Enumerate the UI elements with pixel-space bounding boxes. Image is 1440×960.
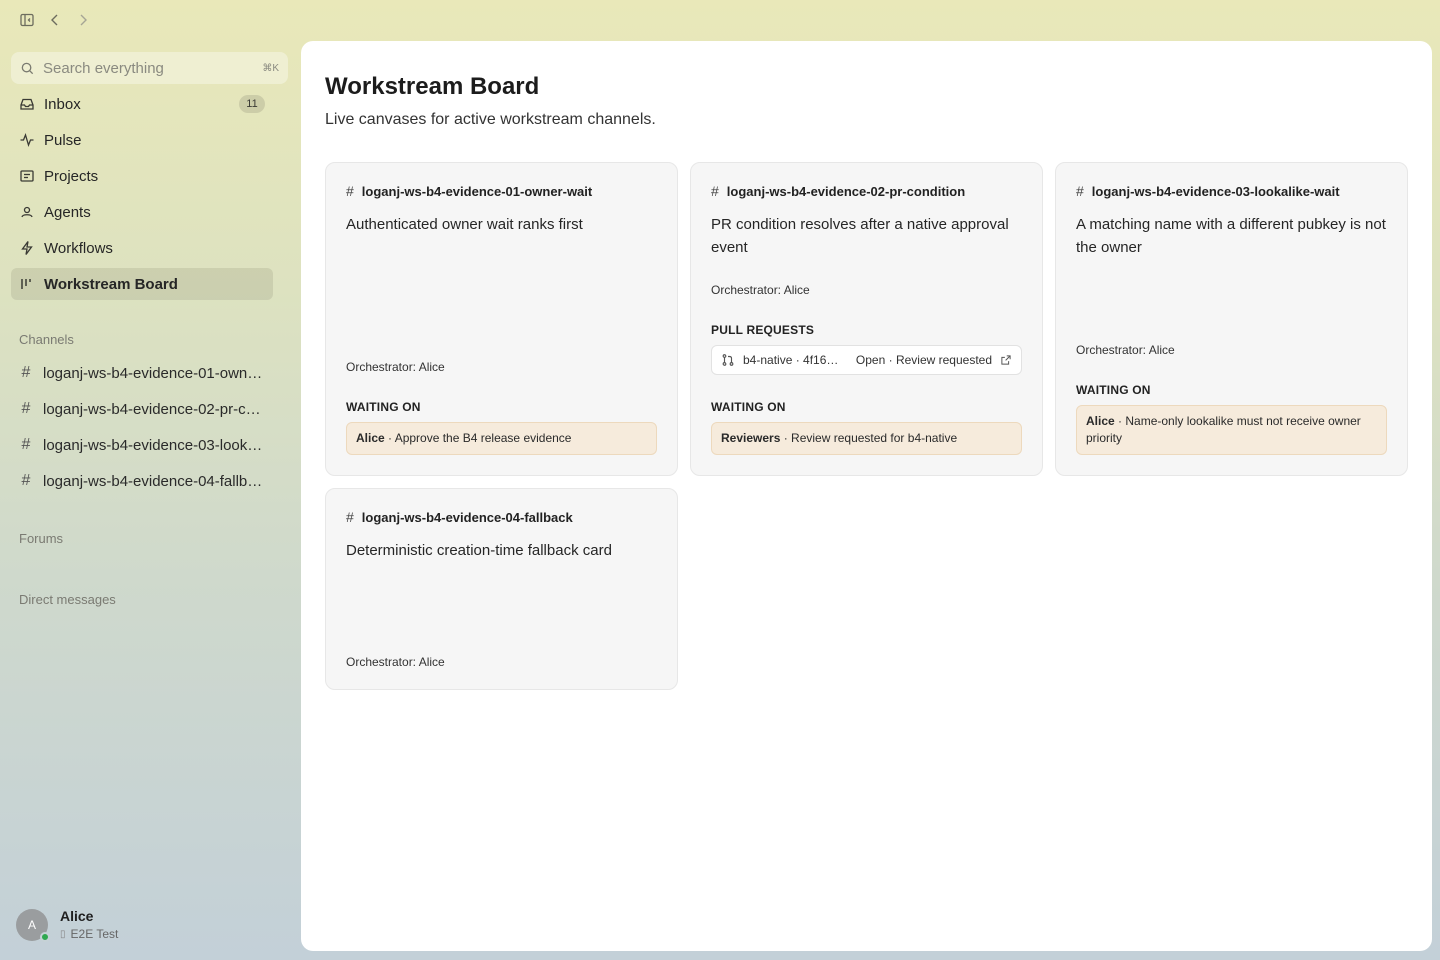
- waiting-on-label: WAITING ON: [346, 400, 421, 414]
- nav-label: Agents: [44, 203, 91, 221]
- waiting-on-label: WAITING ON: [1076, 383, 1151, 397]
- channel-name: loganj-ws-b4-evidence-03-lookalike-wait: [43, 436, 265, 454]
- hash-icon: #: [1076, 183, 1084, 199]
- online-status-dot: [40, 931, 50, 942]
- forward-icon[interactable]: [74, 11, 92, 29]
- main-panel: Workstream Board Live canvases for activ…: [301, 41, 1432, 951]
- user-name: Alice: [60, 908, 94, 924]
- card-channel-name: loganj-ws-b4-evidence-03-lookalike-wait: [1091, 183, 1340, 199]
- sidebar-toggle-icon[interactable]: [18, 11, 36, 29]
- workstream-grid: # loganj-ws-b4-evidence-01-owner-wait Au…: [325, 162, 1408, 690]
- card-title: Authenticated owner wait ranks first: [346, 216, 583, 233]
- nav-label: Workstream Board: [44, 275, 178, 293]
- hash-icon: #: [346, 183, 354, 199]
- window-toolbar: [0, 0, 300, 40]
- card-title: PR condition resolves after a native app…: [711, 216, 1009, 256]
- channels-heading: Channels: [19, 332, 74, 347]
- card-orchestrator: Orchestrator: Alice: [346, 360, 445, 374]
- card-orchestrator: Orchestrator: Alice: [1076, 343, 1175, 357]
- page-subtitle: Live canvases for active workstream chan…: [325, 111, 656, 128]
- channel-item[interactable]: # loganj-ws-b4-evidence-01-owner-wait: [11, 357, 273, 389]
- forums-heading: Forums: [19, 531, 64, 546]
- search-icon: [21, 62, 34, 74]
- back-icon[interactable]: [46, 11, 64, 29]
- pull-request-ref: b4-native · 4f168ef...: [743, 353, 844, 367]
- workstream-card[interactable]: # loganj-ws-b4-evidence-02-pr-condition …: [690, 162, 1043, 476]
- workstream-card[interactable]: # loganj-ws-b4-evidence-03-lookalike-wai…: [1055, 162, 1408, 476]
- lightning-icon: [21, 241, 33, 255]
- card-channel-name: loganj-ws-b4-evidence-02-pr-condition: [726, 183, 966, 199]
- waiting-on-text: · Approve the B4 release evidence: [384, 431, 572, 445]
- hash-icon: #: [346, 509, 354, 525]
- card-title: Deterministic creation-time fallback car…: [346, 542, 612, 559]
- waiting-on-who: Alice: [356, 431, 385, 445]
- nav-item-workstream-board[interactable]: Workstream Board: [11, 268, 273, 300]
- nav-label: Pulse: [44, 131, 82, 149]
- inbox-count-badge: 11: [239, 95, 265, 113]
- waiting-on-text: · Review requested for b4-native: [780, 431, 958, 445]
- waiting-on-item: Alice · Approve the B4 release evidence: [346, 422, 657, 455]
- card-channel-name: loganj-ws-b4-evidence-01-owner-wait: [361, 183, 593, 199]
- card-orchestrator: Orchestrator: Alice: [711, 283, 810, 297]
- user-status-text: E2E Test: [70, 927, 119, 941]
- git-pull-request-icon: [722, 354, 734, 366]
- card-title: A matching name with a different pubkey …: [1076, 216, 1386, 256]
- waiting-on-item: Reviewers · Review requested for b4-nati…: [711, 422, 1022, 455]
- channel-item[interactable]: # loganj-ws-b4-evidence-04-fallback: [11, 465, 273, 497]
- page-title: Workstream Board: [325, 73, 540, 100]
- card-channel-name: loganj-ws-b4-evidence-04-fallback: [361, 509, 573, 525]
- channel-name: loganj-ws-b4-evidence-01-owner-wait: [43, 364, 265, 382]
- board-icon: [21, 279, 31, 289]
- card-channel: # loganj-ws-b4-evidence-02-pr-condition: [711, 183, 1022, 199]
- agents-icon: [21, 206, 33, 218]
- waiting-on-who: Reviewers: [721, 431, 781, 445]
- channel-name: loganj-ws-b4-evidence-02-pr-condition: [43, 400, 265, 418]
- search-input[interactable]: [43, 59, 255, 77]
- hash-icon: #: [21, 436, 31, 453]
- pull-request-state: Open · Review requested: [855, 353, 992, 367]
- sidebar: ⌘K Inbox 11 Pulse Projects Agents Workfl…: [11, 52, 288, 960]
- workstream-card[interactable]: # loganj-ws-b4-evidence-04-fallback Dete…: [325, 488, 678, 690]
- hash-icon: #: [21, 400, 31, 417]
- search-box[interactable]: ⌘K: [11, 52, 288, 84]
- card-channel: # loganj-ws-b4-evidence-04-fallback: [346, 509, 657, 525]
- pulse-icon: [20, 133, 34, 147]
- waiting-on-text: · Name-only lookalike must not receive o…: [1086, 414, 1361, 445]
- nav-item-projects[interactable]: Projects: [11, 160, 273, 192]
- folder-icon: [20, 170, 34, 182]
- nav-label: Inbox: [44, 95, 81, 113]
- external-link-icon[interactable]: [1000, 354, 1012, 366]
- waiting-on-label: WAITING ON: [711, 400, 786, 414]
- primary-nav: Inbox 11 Pulse Projects Agents Workflows…: [11, 88, 288, 300]
- workstream-card[interactable]: # loganj-ws-b4-evidence-01-owner-wait Au…: [325, 162, 678, 476]
- direct-messages-heading: Direct messages: [19, 592, 116, 607]
- avatar-initial: A: [27, 917, 36, 932]
- inbox-icon: [20, 98, 34, 110]
- search-shortcut: ⌘K: [262, 62, 279, 74]
- waiting-on-who: Alice: [1086, 414, 1115, 428]
- card-orchestrator: Orchestrator: Alice: [346, 655, 445, 669]
- nav-item-pulse[interactable]: Pulse: [11, 124, 273, 156]
- card-channel: # loganj-ws-b4-evidence-03-lookalike-wai…: [1076, 183, 1387, 199]
- avatar: A: [16, 908, 50, 942]
- user-status: ▯ E2E Test: [60, 927, 118, 941]
- hash-icon: #: [21, 364, 31, 381]
- waiting-on-item: Alice · Name-only lookalike must not rec…: [1076, 405, 1387, 455]
- channel-name: loganj-ws-b4-evidence-04-fallback: [43, 472, 265, 490]
- card-channel: # loganj-ws-b4-evidence-01-owner-wait: [346, 183, 657, 199]
- nav-label: Projects: [44, 167, 99, 185]
- nav-item-workflows[interactable]: Workflows: [11, 232, 273, 264]
- channel-item[interactable]: # loganj-ws-b4-evidence-02-pr-condition: [11, 393, 273, 425]
- nav-label: Workflows: [44, 239, 113, 257]
- hash-icon: #: [711, 183, 719, 199]
- pull-requests-label: PULL REQUESTS: [711, 323, 815, 337]
- status-icon: ▯: [60, 928, 66, 940]
- nav-item-agents[interactable]: Agents: [11, 196, 273, 228]
- hash-icon: #: [21, 472, 31, 489]
- nav-item-inbox[interactable]: Inbox 11: [11, 88, 273, 120]
- pull-request-row[interactable]: b4-native · 4f168ef... Open · Review req…: [711, 345, 1022, 375]
- channel-item[interactable]: # loganj-ws-b4-evidence-03-lookalike-wai…: [11, 429, 273, 461]
- user-profile[interactable]: A Alice ▯ E2E Test: [16, 908, 118, 942]
